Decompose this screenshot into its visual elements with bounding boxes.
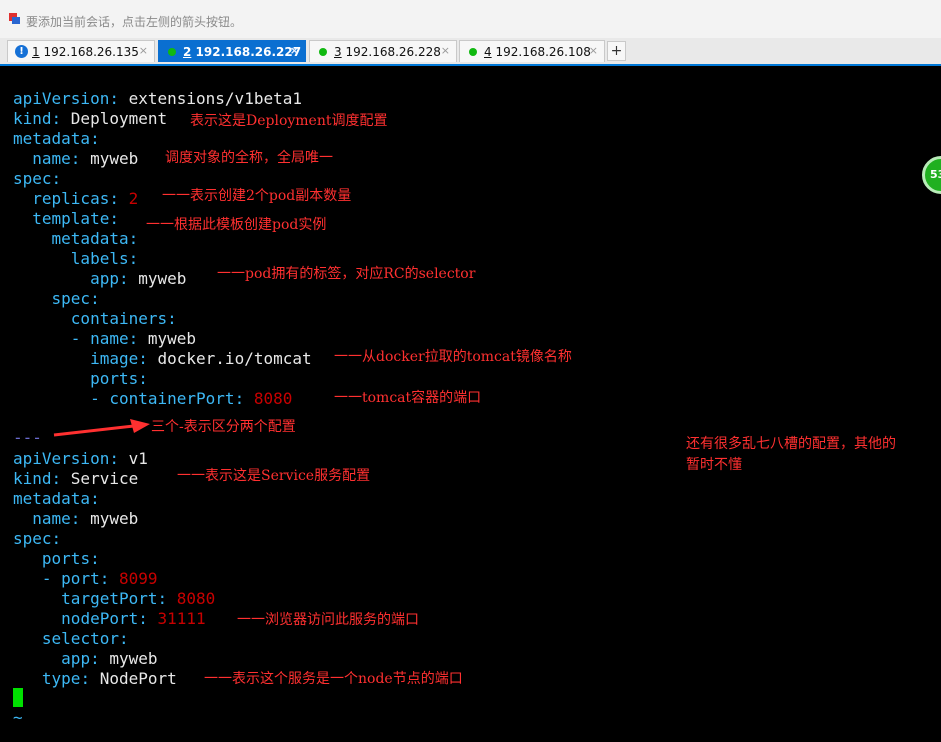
tab-label: 192.168.26.228 [345,45,441,59]
yaml-line: metadata: [51,229,139,248]
yaml-line: - containerPort: 8080 [90,389,293,408]
session-hint-bar: 要添加当前会话，点击左侧的箭头按钮。 [0,0,941,39]
yaml-line: name: myweb [32,509,139,528]
tab-number: 1 [32,45,40,59]
yaml-line: template: [32,209,119,228]
connected-status-icon [469,48,477,56]
close-icon[interactable]: × [441,44,450,57]
tab-number: 4 [484,45,492,59]
new-tab-button[interactable]: + [607,41,626,61]
vim-empty-line-marker: ~ [13,708,23,727]
yaml-line: ports: [90,369,148,388]
yaml-line: metadata: [13,489,100,508]
annotation: 表示这是Deployment调度配置 [190,113,388,129]
tab-label: 192.168.26.227 [195,45,302,59]
connected-status-icon [168,48,176,56]
yaml-line: nodePort: 31111 [61,609,206,628]
flag-icon [9,13,20,24]
tab-session-1[interactable]: ! 1 192.168.26.135 × [7,40,155,62]
tab-number: 2 [183,45,192,59]
yaml-line: spec: [13,529,62,548]
annotation-note-line2: 暂时不懂 [686,457,742,473]
yaml-line: name: myweb [32,149,139,168]
connected-status-icon [319,48,327,56]
tab-session-2[interactable]: 2 192.168.26.227 × [158,40,306,62]
annotation: 一一pod拥有的标签，对应RC的selector [217,266,476,282]
annotation: 一一tomcat容器的端口 [334,390,482,406]
tab-session-4[interactable]: 4 192.168.26.108 × [459,40,605,62]
yaml-line: app: myweb [90,269,187,288]
close-icon[interactable]: × [290,44,299,57]
yaml-line: containers: [70,309,177,328]
yaml-line: image: docker.io/tomcat [90,349,312,368]
tab-bar: ! 1 192.168.26.135 × 2 192.168.26.227 × … [0,38,941,66]
terminal-cursor [13,688,23,707]
yaml-separator: --- [13,428,42,447]
annotation: 三个-表示区分两个配置 [151,419,296,435]
yaml-line: type: NodePort [41,669,177,688]
tab-session-3[interactable]: 3 192.168.26.228 × [309,40,457,62]
yaml-line: selector: [41,629,129,648]
annotation: 一一浏览器访问此服务的端口 [237,612,419,628]
warning-icon: ! [15,45,28,58]
yaml-line: metadata: [13,129,100,148]
tab-number: 3 [334,45,342,59]
red-arrow-icon [53,419,150,437]
annotation: 一一从docker拉取的tomcat镜像名称 [334,349,572,365]
annotation: 一一表示创建2个pod副本数量 [162,188,352,204]
tab-label: 192.168.26.108 [495,45,591,59]
yaml-line: - port: 8099 [41,569,158,588]
yaml-line: spec: [51,289,100,308]
yaml-line: spec: [13,169,62,188]
annotation: 调度对象的全称，全局唯一 [165,150,333,166]
yaml-line: kind: Deployment [13,109,168,128]
yaml-line: - name: myweb [70,329,197,348]
yaml-line: ports: [41,549,100,568]
annotation: 一一表示这个服务是一个node节点的端口 [204,671,463,687]
tab-label: 192.168.26.135 [43,45,139,59]
yaml-line: kind: Service [13,469,139,488]
close-icon[interactable]: × [139,44,148,57]
yaml-line: targetPort: 8080 [61,589,216,608]
yaml-line: labels: [70,249,139,268]
yaml-line: replicas: 2 [32,189,139,208]
annotation: 一一根据此模板创建pod实例 [146,217,327,233]
yaml-line: apiVersion: v1 [13,449,148,468]
close-icon[interactable]: × [589,44,598,57]
yaml-line: apiVersion: extensions/v1beta1 [13,89,302,108]
annotation: 一一表示这是Service服务配置 [177,468,371,484]
yaml-line: app: myweb [61,649,158,668]
annotation-note-line1: 还有很多乱七八槽的配置，其他的 [686,436,896,452]
hint-text: 要添加当前会话，点击左侧的箭头按钮。 [26,15,243,29]
